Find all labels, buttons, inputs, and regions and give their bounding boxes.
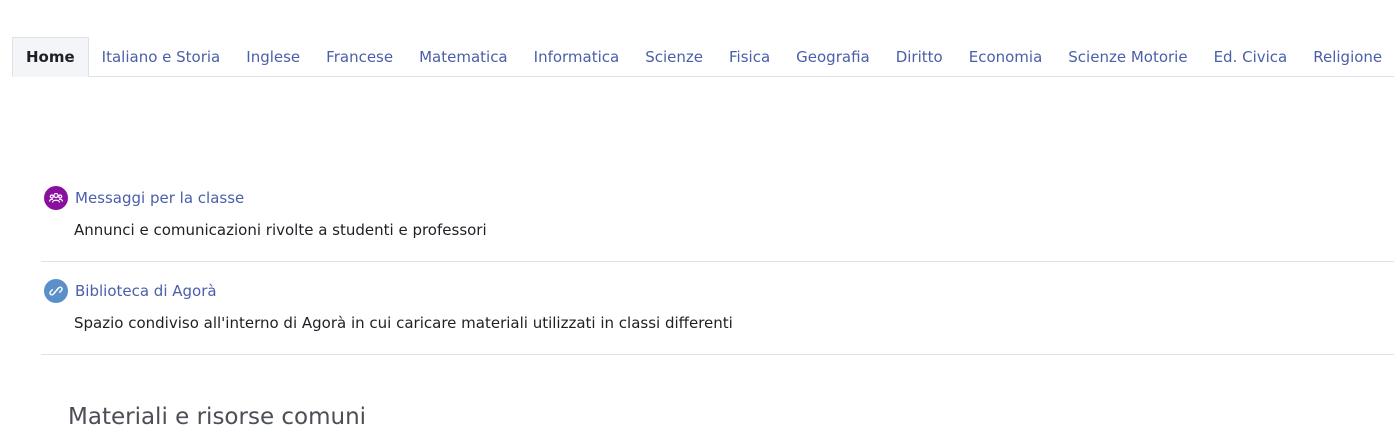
link-icon	[44, 279, 68, 303]
forum-icon	[44, 186, 68, 210]
tab-home[interactable]: Home	[12, 37, 89, 77]
activity-forum: Messaggi per la classe Annunci e comunic…	[41, 185, 1394, 262]
section-title: Materiali e risorse comuni	[68, 404, 367, 430]
library-description: Spazio condiviso all'interno di Agorà in…	[74, 314, 733, 332]
tab-fisica[interactable]: Fisica	[716, 37, 783, 76]
tab-informatica[interactable]: Informatica	[521, 37, 633, 76]
activity-header: Biblioteca di Agorà	[41, 278, 1394, 304]
course-tabs: Home Italiano e Storia Inglese Francese …	[12, 37, 1394, 77]
tab-religione[interactable]: Religione	[1300, 37, 1394, 76]
tab-diritto[interactable]: Diritto	[883, 37, 956, 76]
tab-ed-civica[interactable]: Ed. Civica	[1201, 37, 1301, 76]
forum-link[interactable]: Messaggi per la classe	[75, 189, 244, 207]
tab-francese[interactable]: Francese	[313, 37, 406, 76]
tab-italiano-e-storia[interactable]: Italiano e Storia	[89, 37, 234, 76]
tab-scienze-motorie[interactable]: Scienze Motorie	[1055, 37, 1200, 76]
library-link[interactable]: Biblioteca di Agorà	[75, 282, 217, 300]
forum-description: Annunci e comunicazioni rivolte a studen…	[74, 221, 487, 239]
tab-inglese[interactable]: Inglese	[233, 37, 313, 76]
tab-economia[interactable]: Economia	[956, 37, 1056, 76]
tab-scienze[interactable]: Scienze	[632, 37, 716, 76]
tab-geografia[interactable]: Geografia	[783, 37, 883, 76]
activity-url: Biblioteca di Agorà Spazio condiviso all…	[41, 278, 1394, 355]
course-page: Home Italiano e Storia Inglese Francese …	[0, 0, 1394, 445]
activity-header: Messaggi per la classe	[41, 185, 1394, 211]
tab-matematica[interactable]: Matematica	[406, 37, 521, 76]
